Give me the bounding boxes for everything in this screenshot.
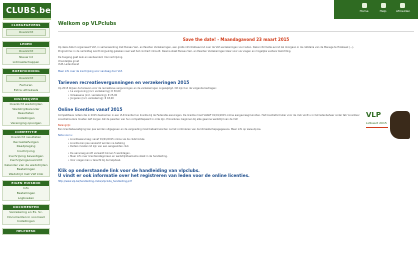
sidebar-item[interactable]: Overzicht: [6, 47, 46, 55]
logout-icon: [399, 3, 405, 8]
horse-photo: [390, 111, 410, 139]
sidebar-box-huisbok: Eigen huisbok Info Bestellingen Logboeke…: [2, 180, 50, 202]
sidebar-heading: Clubgegevens: [3, 23, 49, 28]
sidebar-item[interactable]: Overzicht: [6, 29, 46, 36]
sidebar-box-inschrijven: Inschrijven Overzicht wedstrijden Wedstr…: [2, 96, 50, 127]
vlp-lidkaart-banner[interactable]: VLP Lidkaart 2015: [364, 109, 410, 139]
list-item: Jongeren (incl. verzekering): € 18,00: [68, 97, 414, 101]
home-icon: [361, 3, 367, 8]
top-nav-help-label: Help: [379, 9, 387, 13]
sidebar-item[interactable]: Wedstrijd met VLP klok: [3, 172, 49, 177]
section-title-licenties: Online licenties vanaf 2015: [58, 106, 123, 112]
banner-brand: VLP: [366, 111, 382, 119]
app-header: CLUBS.be Home Help Afmelden: [0, 0, 418, 20]
sidebar-heading: Boekhouding: [3, 69, 49, 75]
sidebar-heading: Leden: [3, 41, 49, 47]
sidebar-box-helpdesk: Helpdesk: [2, 228, 50, 236]
help-icon: [380, 3, 386, 8]
divider: [58, 31, 414, 32]
list-item: Voor vragen kan u terecht bij de helpdes…: [68, 159, 414, 163]
sidebar-box-competitie: Competitie Overzicht resultaten Recreati…: [2, 129, 50, 178]
handleiding-link[interactable]: http://www.vlp.be/handleiding-clubs/vlpc…: [58, 180, 414, 184]
sidebar-item[interactable]: Extra uittreksels: [3, 88, 49, 93]
sidebar-box-documenten: Documenten Verzekering en Ex. Sc. Docume…: [2, 204, 50, 226]
sidebar-box-clubgegevens: Clubgegevens Overzicht: [2, 22, 50, 38]
banner-subtitle: Lidkaart 2015: [366, 121, 387, 125]
top-nav-logout-label: Afmelden: [396, 9, 411, 13]
top-nav-home-label: Home: [359, 9, 369, 13]
intro-link[interactable]: Meer info over de inschrijving voor vand…: [58, 70, 414, 74]
save-the-date-headline: Save the date! - Maandagavond 23 maart 2…: [182, 37, 290, 42]
main-content: Welkom op VLPclubs Save the date! - Maan…: [58, 21, 414, 184]
sidebar-box-leden: Leden Overzicht Nieuw lid Lidmaatschappe…: [2, 40, 50, 66]
page-title: Welkom op VLPclubs: [58, 21, 117, 27]
top-right-nav: Home Help Afmelden: [334, 0, 418, 19]
sidebar-heading[interactable]: Helpdesk: [3, 229, 49, 235]
tarieven-list: 1e vergunning (incl. verzekering): € 30,…: [68, 90, 414, 101]
sidebar-item[interactable]: Overzicht: [6, 75, 46, 82]
sidebar-item[interactable]: Logboeken: [3, 196, 49, 201]
sidebar-item[interactable]: Instellingen: [3, 219, 49, 224]
top-nav-help[interactable]: Help: [377, 3, 389, 13]
top-nav-home[interactable]: Home: [358, 3, 370, 13]
clubs-logo[interactable]: CLUBS.be: [3, 3, 51, 18]
section-title-tarieven: Tarieven recreatievergunningen en verzek…: [58, 79, 190, 85]
banner-divider: [366, 127, 388, 128]
section-title-handleiding-2: U vindt er ook informatie over het regis…: [58, 173, 250, 179]
logo-underline: [3, 18, 51, 20]
top-nav-logout[interactable]: Afmelden: [396, 3, 411, 13]
licentie-list: Licentieaanvraag: vanaf 01/01/2015 onlin…: [68, 138, 414, 149]
sidebar-box-boekhouding: Boekhouding Overzicht Facturen Extra uit…: [2, 68, 50, 94]
sidebar-item[interactable]: Vereniging opvolgen: [3, 121, 49, 126]
sidebar-item[interactable]: Inschrijvingsoverzicht: [3, 158, 49, 163]
sidebar-item[interactable]: Lidmaatschappen: [3, 60, 49, 65]
sidebar: Clubgegevens Overzicht Leden Overzicht N…: [2, 22, 50, 238]
licentie-list-2: De aanvraag wordt verwerkt binnen 5 werk…: [68, 152, 414, 163]
